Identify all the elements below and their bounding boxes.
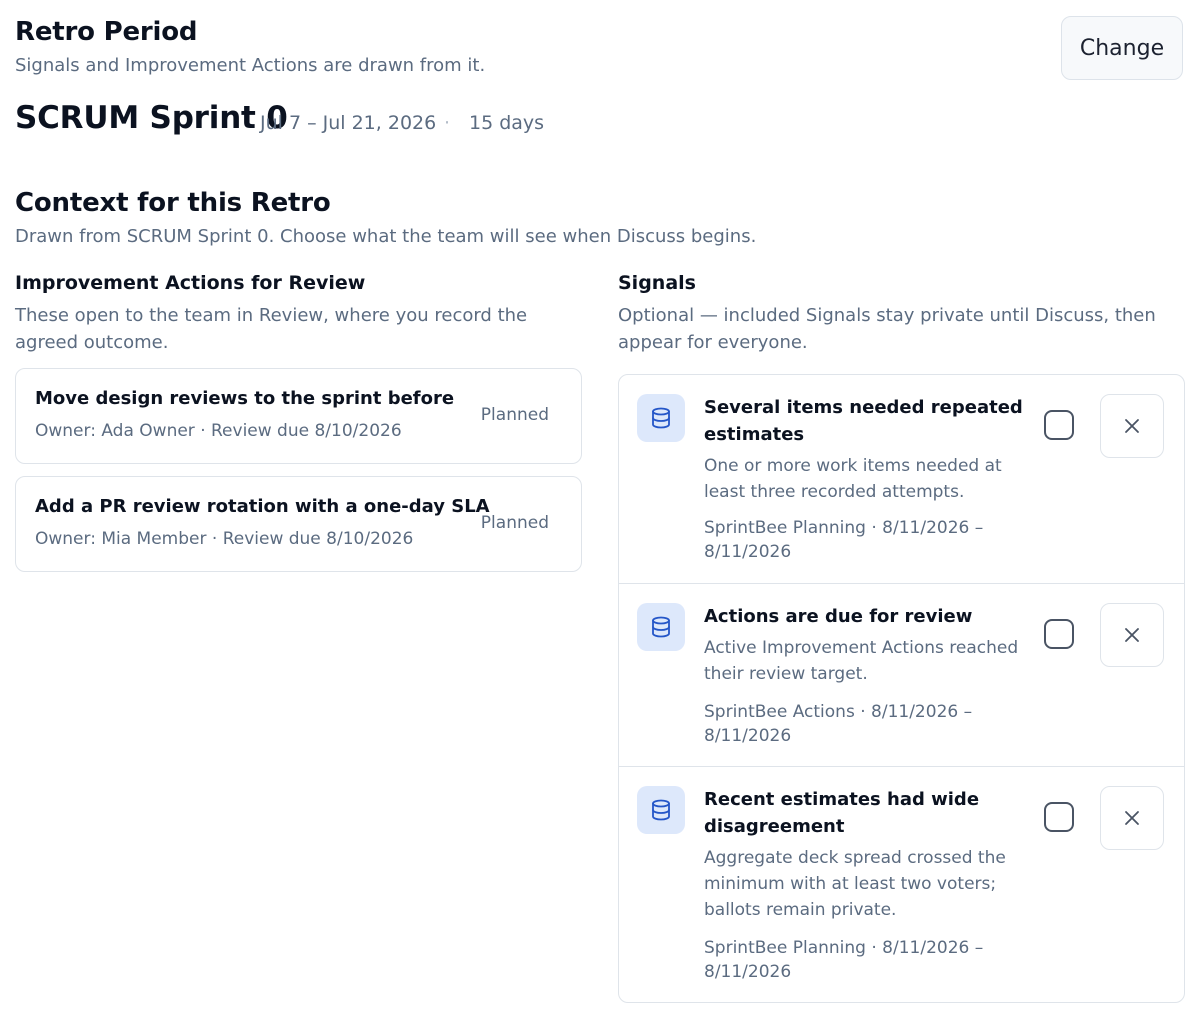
action-card: Move design reviews to the sprint before… xyxy=(15,368,582,464)
context-title: Context for this Retro xyxy=(15,188,331,218)
signal-source: SprintBee Actions · 8/11/2026 – 8/11/202… xyxy=(704,702,973,746)
dismiss-signal-button[interactable] xyxy=(1100,786,1164,850)
sprint-dates: Jul 7 – Jul 21, 2026 xyxy=(260,112,437,134)
signal-description: Aggregate deck spread crossed the minimu… xyxy=(704,848,1006,920)
actions-column-header: Improvement Actions for Review These ope… xyxy=(15,270,582,356)
action-card: Add a PR review rotation with a one-day … xyxy=(15,476,582,572)
actions-title: Improvement Actions for Review xyxy=(15,272,366,294)
include-signal-checkbox[interactable] xyxy=(1044,619,1074,649)
close-icon xyxy=(1125,419,1139,433)
sprint-duration: 15 days xyxy=(469,112,545,134)
signal-source: SprintBee Planning · 8/11/2026 – 8/11/20… xyxy=(704,938,984,982)
change-button[interactable]: Change xyxy=(1061,16,1183,80)
signal-item: Several items needed repeated estimates … xyxy=(619,375,1184,583)
signals-list: Several items needed repeated estimates … xyxy=(618,374,1185,1003)
database-icon xyxy=(637,786,685,834)
action-meta: Owner: Ada Owner · Review due 8/10/2026 xyxy=(35,421,402,441)
signal-item: Recent estimates had wide disagreement A… xyxy=(619,766,1184,1002)
signals-title: Signals xyxy=(618,272,696,294)
action-status: Planned xyxy=(480,513,549,533)
action-title: Add a PR review rotation with a one-day … xyxy=(35,496,490,517)
signal-title: Several items needed repeated estimates xyxy=(704,397,1023,445)
signal-source: SprintBee Planning · 8/11/2026 – 8/11/20… xyxy=(704,518,984,562)
include-signal-checkbox[interactable] xyxy=(1044,410,1074,440)
signal-description: Active Improvement Actions reached their… xyxy=(704,638,1019,684)
signal-description: One or more work items needed at least t… xyxy=(704,456,1002,502)
signals-subtitle: Optional — included Signals stay private… xyxy=(618,305,1156,353)
signal-title: Recent estimates had wide disagreement xyxy=(704,789,980,837)
action-status: Planned xyxy=(480,405,549,425)
context-subtitle: Drawn from SCRUM Sprint 0. Choose what t… xyxy=(15,226,757,247)
retro-period-title: Retro Period xyxy=(15,17,198,47)
close-icon xyxy=(1125,811,1139,825)
close-icon xyxy=(1125,628,1139,642)
signal-item: Actions are due for review Active Improv… xyxy=(619,583,1184,766)
signals-column-header: Signals Optional — included Signals stay… xyxy=(618,270,1185,356)
dismiss-signal-button[interactable] xyxy=(1100,603,1164,667)
action-title: Move design reviews to the sprint before xyxy=(35,388,455,409)
include-signal-checkbox[interactable] xyxy=(1044,802,1074,832)
actions-subtitle: These open to the team in Review, where … xyxy=(15,305,528,353)
signal-title: Actions are due for review xyxy=(704,606,973,627)
sprint-name: SCRUM Sprint 0 xyxy=(15,100,288,136)
database-icon xyxy=(637,603,685,651)
action-meta: Owner: Mia Member · Review due 8/10/2026 xyxy=(35,529,414,549)
retro-period-subtitle: Signals and Improvement Actions are draw… xyxy=(15,55,486,76)
sprint-separator: · xyxy=(444,112,451,134)
database-icon xyxy=(637,394,685,442)
dismiss-signal-button[interactable] xyxy=(1100,394,1164,458)
